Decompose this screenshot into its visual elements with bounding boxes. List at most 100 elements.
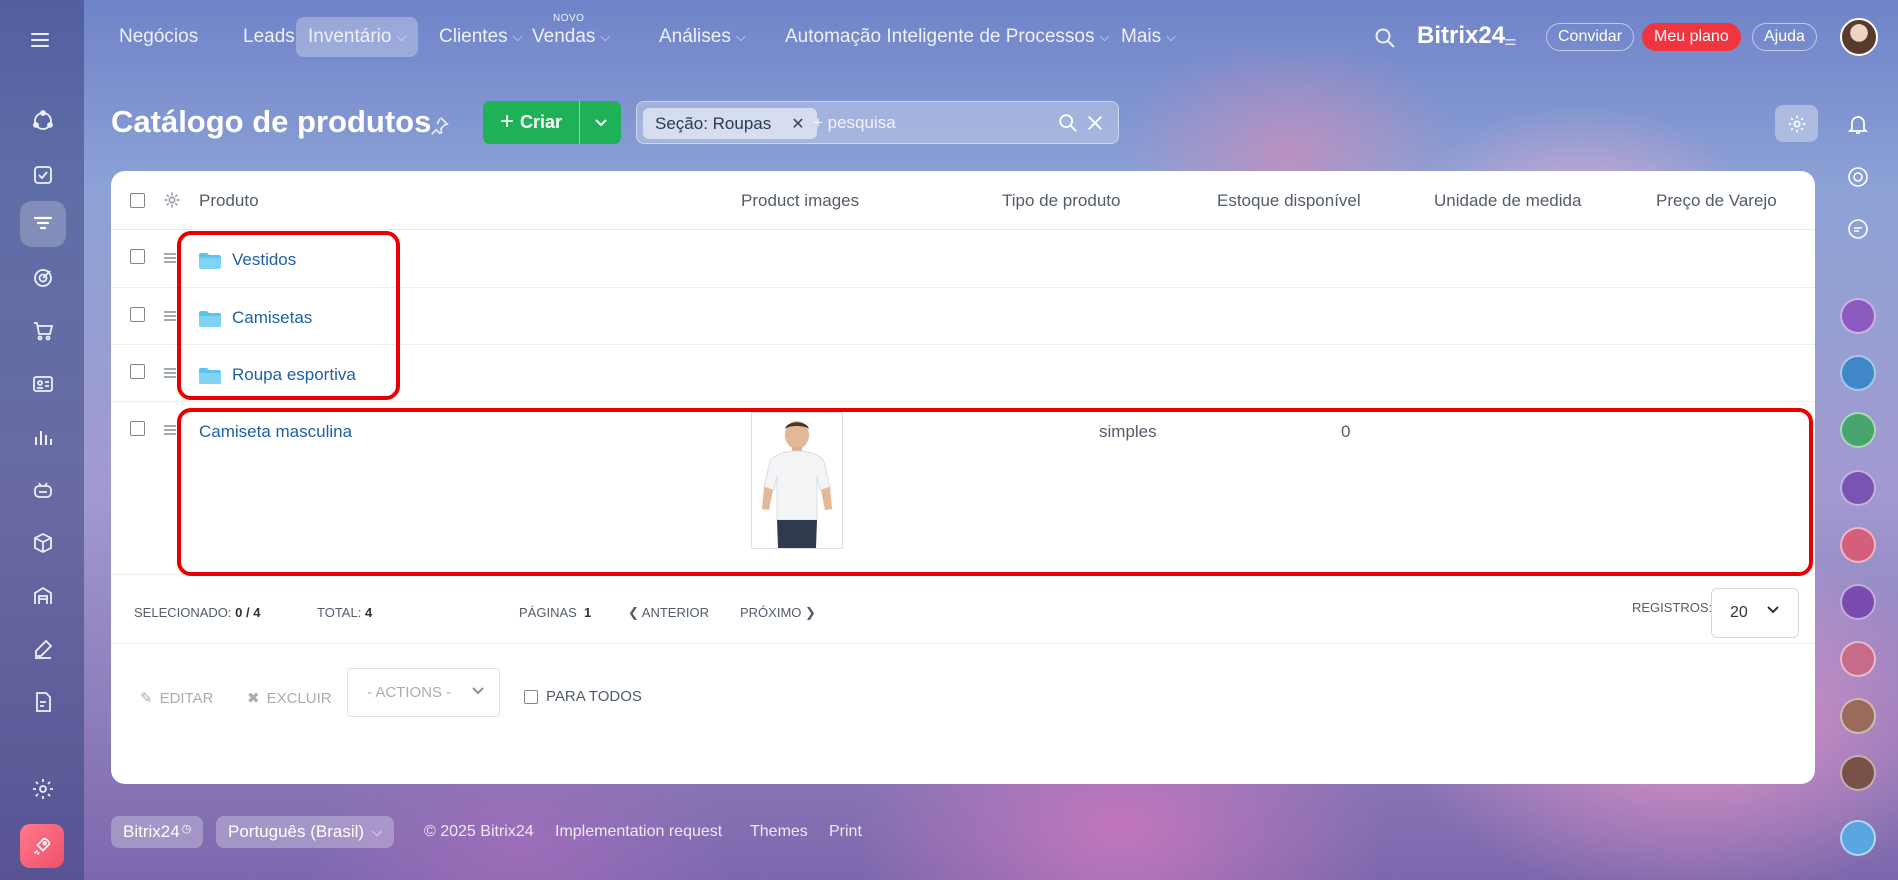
- column-settings-gear-icon[interactable]: [163, 191, 181, 209]
- drag-handle-icon[interactable]: [164, 253, 176, 263]
- sidebar-analytics-icon[interactable]: [20, 414, 66, 460]
- sidebar-warehouse-icon[interactable]: [20, 573, 66, 619]
- sidebar-settings-icon[interactable]: [20, 766, 66, 812]
- search-input[interactable]: [813, 110, 1043, 136]
- chip-close-icon[interactable]: ✕: [791, 114, 804, 134]
- chevron-down-icon: [472, 687, 484, 695]
- filter-chip-secao[interactable]: Seção: Roupas ✕: [643, 108, 817, 139]
- team-chat-icon[interactable]: [1836, 523, 1880, 567]
- print-link[interactable]: Print: [829, 816, 862, 848]
- column-header-produto[interactable]: Produto: [199, 191, 259, 211]
- pages-label: PÁGINAS: [519, 605, 577, 620]
- brand-logo[interactable]: Bitrix24: [1417, 22, 1505, 50]
- messenger-icon[interactable]: [1836, 816, 1880, 860]
- sidebar-robot-icon[interactable]: [20, 467, 66, 513]
- chevron-left-icon: ❮: [628, 605, 642, 620]
- themes-link[interactable]: Themes: [750, 816, 808, 848]
- copilot-icon[interactable]: [1836, 294, 1880, 338]
- rocket-icon[interactable]: [20, 824, 64, 868]
- help-button[interactable]: Ajuda: [1752, 23, 1817, 51]
- sidebar-cart-icon[interactable]: [20, 308, 66, 354]
- chevron-down-icon: [1767, 606, 1779, 614]
- edit-button[interactable]: ✎ EDITAR: [140, 689, 213, 708]
- folder-icon: [199, 253, 221, 269]
- drag-handle-icon[interactable]: [164, 425, 176, 435]
- row-checkbox[interactable]: [130, 364, 145, 379]
- sidebar-document-icon[interactable]: [20, 679, 66, 725]
- previous-page-button[interactable]: ❮ ANTERIOR: [628, 605, 709, 621]
- folder-link[interactable]: Camisetas: [232, 308, 312, 328]
- clear-icon[interactable]: [1084, 112, 1106, 134]
- folder-link[interactable]: Vestidos: [232, 250, 296, 270]
- invite-button[interactable]: Convidar: [1546, 23, 1635, 51]
- drag-handle-icon[interactable]: [164, 311, 176, 321]
- nav-item-automacao[interactable]: Automação Inteligente de Processos ⌵: [773, 17, 1121, 57]
- records-per-page-select[interactable]: 20: [1711, 588, 1799, 638]
- chat-sync-icon[interactable]: [1836, 207, 1880, 251]
- drag-handle-icon[interactable]: [164, 368, 176, 378]
- nav-item-clientes[interactable]: Clientes ⌵: [427, 17, 535, 57]
- table-row[interactable]: Camisetas: [111, 288, 1815, 345]
- column-header-product-images[interactable]: Product images: [741, 191, 859, 211]
- table-row[interactable]: Roupa esportiva: [111, 345, 1815, 402]
- bitrix24-footer-button[interactable]: Bitrix24 ◷: [111, 816, 204, 848]
- search-icon[interactable]: [1373, 26, 1397, 50]
- row-checkbox[interactable]: [130, 307, 145, 322]
- table-row[interactable]: Vestidos: [111, 230, 1815, 288]
- row-checkbox[interactable]: [130, 421, 145, 436]
- folder-link[interactable]: Roupa esportiva: [232, 365, 356, 385]
- nav-item-mais[interactable]: Mais ⌵: [1109, 17, 1188, 57]
- group-chat-icon[interactable]: [1836, 351, 1880, 395]
- pin-icon[interactable]: [428, 115, 450, 137]
- folder-icon: [199, 311, 221, 327]
- search-icon[interactable]: [1057, 112, 1079, 134]
- records-value: 20: [1730, 604, 1748, 621]
- next-page-button[interactable]: PRÓXIMO ❯: [740, 605, 816, 621]
- delete-button[interactable]: ✖ EXCLUIR: [247, 689, 332, 708]
- nav-item-analises[interactable]: Análises ⌵: [647, 17, 758, 57]
- nav-item-negocios[interactable]: Negócios: [107, 17, 210, 57]
- actions-select[interactable]: - ACTIONS -: [347, 668, 500, 717]
- sidebar-inventory-icon[interactable]: [20, 201, 66, 247]
- sidebar-contacts-icon[interactable]: [20, 361, 66, 407]
- implementation-request-link[interactable]: Implementation request: [555, 816, 722, 848]
- create-main[interactable]: + Criar: [483, 101, 579, 144]
- checkbox-box[interactable]: [524, 689, 538, 704]
- sidebar-target-icon[interactable]: [20, 255, 66, 301]
- openline-icon[interactable]: [1836, 466, 1880, 510]
- nav-item-inventario[interactable]: Inventário ⌵: [296, 17, 419, 57]
- grid-pagination-bar: SELECIONADO: 0 / 4 TOTAL: 4 PÁGINAS 1 ❮ …: [111, 575, 1815, 644]
- product-link[interactable]: Camiseta masculina: [199, 422, 352, 442]
- nav-item-vendas[interactable]: Vendas ⌵: [520, 17, 622, 57]
- product-image-thumbnail[interactable]: [751, 412, 843, 549]
- sidebar-tasks-icon[interactable]: [20, 152, 66, 198]
- status-icon[interactable]: [1836, 637, 1880, 681]
- sliders-icon[interactable]: ⚌: [1504, 32, 1517, 49]
- page-settings-button[interactable]: [1775, 105, 1818, 142]
- contact-avatar[interactable]: [1836, 751, 1880, 795]
- create-button[interactable]: + Criar: [483, 101, 621, 144]
- row-checkbox[interactable]: [130, 249, 145, 264]
- column-header-unidade[interactable]: Unidade de medida: [1434, 191, 1581, 211]
- bell-icon[interactable]: [1836, 102, 1880, 146]
- table-row[interactable]: Camiseta masculina simples 0: [111, 402, 1815, 575]
- create-dropdown[interactable]: [579, 101, 621, 144]
- column-header-estoque[interactable]: Estoque disponível: [1217, 191, 1361, 211]
- contacts-chat-icon[interactable]: [1836, 408, 1880, 452]
- for-all-checkbox[interactable]: PARA TODOS: [524, 688, 642, 705]
- left-sidebar: [0, 0, 84, 880]
- column-header-preco[interactable]: Preço de Varejo: [1656, 191, 1777, 211]
- user-avatar[interactable]: [1840, 18, 1878, 56]
- activity-icon[interactable]: [1836, 155, 1880, 199]
- my-plan-button[interactable]: Meu plano: [1642, 23, 1741, 51]
- channel-icon[interactable]: [1836, 580, 1880, 624]
- sidebar-crm-icon[interactable]: [20, 98, 66, 144]
- contact-avatar[interactable]: [1836, 694, 1880, 738]
- filter-search-box[interactable]: Seção: Roupas ✕: [636, 101, 1119, 144]
- column-header-tipo[interactable]: Tipo de produto: [1002, 191, 1120, 211]
- sidebar-sign-icon[interactable]: [20, 626, 66, 672]
- language-select[interactable]: Português (Brasil) ⌵: [216, 816, 394, 848]
- hamburger-menu-icon[interactable]: [29, 30, 55, 50]
- select-all-checkbox[interactable]: [130, 193, 145, 208]
- sidebar-box-icon[interactable]: [20, 520, 66, 566]
